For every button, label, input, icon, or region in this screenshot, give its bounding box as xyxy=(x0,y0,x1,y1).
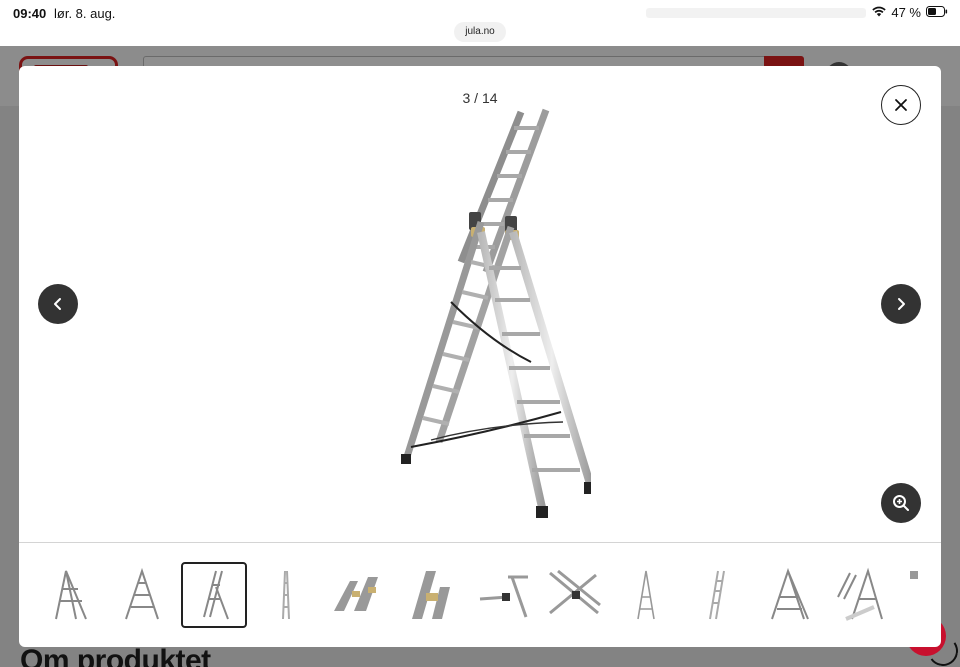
product-image-ladder xyxy=(401,108,591,518)
close-button[interactable] xyxy=(881,85,921,125)
thumbnail-3-active[interactable] xyxy=(181,562,247,628)
thumbnail-13[interactable] xyxy=(901,562,941,628)
battery-percent: 47 % xyxy=(891,5,921,20)
url-pill[interactable]: jula.no xyxy=(454,22,506,42)
thumbnail-5[interactable] xyxy=(325,562,391,628)
chevron-left-icon xyxy=(54,298,61,310)
faint-status-text xyxy=(646,8,866,18)
thumbnail-2[interactable] xyxy=(109,562,175,628)
thumbnail-strip xyxy=(37,562,941,628)
thumbnail-8[interactable] xyxy=(541,562,607,628)
wifi-icon xyxy=(872,5,887,20)
zoom-in-icon xyxy=(893,495,909,511)
thumbnail-divider xyxy=(19,542,941,543)
product-section-heading: Om produktet xyxy=(20,644,211,667)
thumbnail-4[interactable] xyxy=(253,562,319,628)
status-right: 47 % xyxy=(872,5,948,20)
thumbnail-12[interactable] xyxy=(829,562,895,628)
thumbnail-1[interactable] xyxy=(37,562,103,628)
thumbnail-6[interactable] xyxy=(397,562,463,628)
status-date: lør. 8. aug. xyxy=(54,6,116,21)
status-time: 09:40 xyxy=(13,6,47,21)
next-image-button[interactable] xyxy=(881,284,921,324)
chevron-right-icon xyxy=(898,298,905,310)
close-icon xyxy=(895,99,907,111)
thumbnail-11[interactable] xyxy=(757,562,823,628)
thumbnail-7[interactable] xyxy=(469,562,535,628)
status-bar: 09:40 lør. 8. aug. jula.no 47 % xyxy=(0,0,960,46)
previous-image-button[interactable] xyxy=(38,284,78,324)
zoom-button[interactable] xyxy=(881,483,921,523)
battery-icon xyxy=(926,5,948,20)
thumbnail-10[interactable] xyxy=(685,562,751,628)
url-text: jula.no xyxy=(465,26,495,37)
thumbnail-9[interactable] xyxy=(613,562,679,628)
image-gallery-modal: 3 / 14 xyxy=(19,66,941,647)
